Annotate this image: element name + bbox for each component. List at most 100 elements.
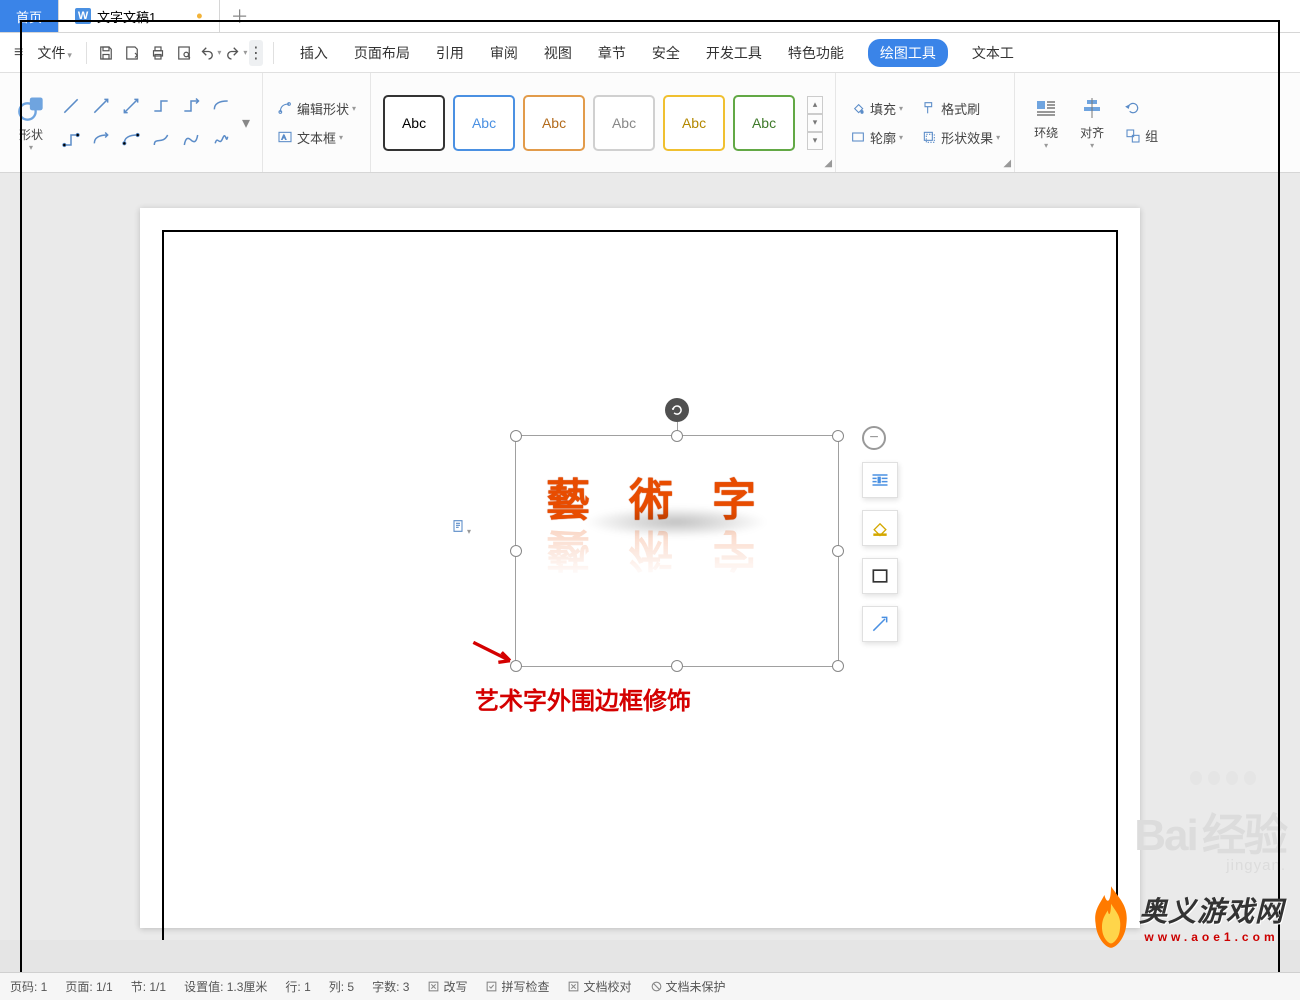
object-floating-toolbar: − (862, 426, 898, 642)
print-icon[interactable] (145, 40, 171, 66)
watermark: Bai 经验 jingyan. (1134, 799, 1286, 874)
shape-effect-button[interactable]: 形状效果▾ (917, 126, 1004, 149)
shapes-group: 形状▾ ▾ (0, 73, 263, 172)
save-as-icon[interactable] (119, 40, 145, 66)
new-tab-button[interactable]: ＋ (220, 0, 260, 32)
ribbon-tabs: 插入 页面布局 引用 审阅 视图 章节 安全 开发工具 特色功能 绘图工具 文本… (298, 39, 1016, 67)
line-shape-icon[interactable] (118, 125, 144, 155)
group-button[interactable]: 组 (1121, 124, 1162, 147)
qat-customize-icon[interactable]: ⋮ (249, 40, 263, 66)
style-gallery-group: Abc Abc Abc Abc Abc Abc ▴ ▾ ▾ ◢ (371, 73, 836, 172)
status-col[interactable]: 列: 5 (329, 978, 354, 995)
status-doc-proof[interactable]: 文档校对 (567, 978, 631, 995)
shape-style-option[interactable]: Abc (453, 95, 515, 151)
file-menu[interactable]: 文件▾ (29, 43, 80, 63)
textbox-button[interactable]: A 文本框▾ (273, 126, 360, 149)
resize-handle[interactable] (832, 660, 844, 672)
shape-style-option[interactable]: Abc (383, 95, 445, 151)
tab-reference[interactable]: 引用 (434, 39, 466, 67)
wrap-button[interactable]: 环绕▾ (1023, 79, 1069, 166)
status-rewrite[interactable]: 改写 (427, 978, 467, 995)
status-page[interactable]: 页面: 1/1 (65, 978, 112, 995)
line-shape-icon[interactable] (88, 125, 114, 155)
line-shape-icon[interactable] (148, 91, 174, 121)
fill-button[interactable]: 填充▾ (846, 97, 907, 120)
undo-button[interactable]: ▾ (197, 40, 223, 66)
tab-document[interactable]: W 文字文稿1 • (59, 0, 220, 32)
fill-options-icon[interactable] (862, 510, 898, 546)
tab-page-layout[interactable]: 页面布局 (352, 39, 412, 67)
format-painter-button[interactable]: 格式刷 (917, 97, 1004, 120)
line-shape-icon[interactable] (148, 125, 174, 155)
annotation-arrow-icon (470, 639, 520, 669)
tab-drawing-tools[interactable]: 绘图工具 (868, 39, 948, 67)
line-shape-icon[interactable] (58, 125, 84, 155)
tab-chapter[interactable]: 章节 (596, 39, 628, 67)
tab-home[interactable]: 首页 (0, 0, 59, 32)
menubar: ≡ 文件▾ ▾ ▾ ⋮ 插入 页面布局 引用 审阅 视图 章节 安全 开发工具 … (0, 33, 1300, 73)
gallery-expand-icon[interactable]: ▾ (807, 132, 823, 150)
save-icon[interactable] (93, 40, 119, 66)
tab-view[interactable]: 视图 (542, 39, 574, 67)
shape-style-option[interactable]: Abc (593, 95, 655, 151)
shapes-button[interactable]: 形状▾ (8, 79, 54, 166)
line-shape-icon[interactable] (208, 125, 234, 155)
status-position[interactable]: 设置值: 1.3厘米 (184, 978, 267, 995)
title-tabs: 首页 W 文字文稿1 • ＋ (0, 0, 1300, 33)
resize-handle[interactable] (671, 660, 683, 672)
status-spellcheck[interactable]: 拼写检查 (485, 978, 549, 995)
ribbon: 形状▾ ▾ 编辑形状▾ A 文本框▾ (0, 73, 1300, 173)
paragraph-options-icon[interactable]: ▾ (450, 518, 471, 539)
tab-security[interactable]: 安全 (650, 39, 682, 67)
resize-handle[interactable] (510, 430, 522, 442)
outline-options-icon[interactable] (862, 558, 898, 594)
line-shape-icon[interactable] (208, 91, 234, 121)
svg-text:A: A (282, 135, 287, 142)
shapes-gallery-expand-icon[interactable]: ▾ (238, 79, 254, 166)
status-line[interactable]: 行: 1 (285, 978, 310, 995)
edit-group: 编辑形状▾ A 文本框▾ (263, 73, 371, 172)
tab-devtools[interactable]: 开发工具 (704, 39, 764, 67)
status-page-code[interactable]: 页码: 1 (10, 978, 47, 995)
gallery-scroll-down-icon[interactable]: ▾ (807, 114, 823, 132)
line-shape-icon[interactable] (88, 91, 114, 121)
shape-style-option[interactable]: Abc (663, 95, 725, 151)
resize-handle[interactable] (671, 430, 683, 442)
gallery-scroll-up-icon[interactable]: ▴ (807, 96, 823, 114)
status-section[interactable]: 节: 1/1 (131, 978, 166, 995)
group-launcher-icon[interactable]: ◢ (824, 158, 832, 169)
line-shape-icon[interactable] (118, 91, 144, 121)
menu-icon[interactable]: ≡ (0, 44, 29, 62)
resize-handle[interactable] (832, 545, 844, 557)
rotate-handle-icon[interactable] (665, 398, 689, 422)
print-preview-icon[interactable] (171, 40, 197, 66)
shape-style-option[interactable]: Abc (523, 95, 585, 151)
effect-options-icon[interactable] (862, 606, 898, 642)
align-button[interactable]: 对齐▾ (1069, 79, 1115, 166)
separator (273, 42, 274, 64)
annotation-text: 艺术字外围边框修饰 (475, 681, 691, 716)
group-launcher-icon[interactable]: ◢ (1003, 158, 1011, 169)
document-canvas[interactable]: ▾ 藝 術 字 藝 術 字 − (0, 173, 1300, 940)
brand-url: www.aoe1.com (1139, 930, 1284, 944)
redo-button[interactable]: ▾ (223, 40, 249, 66)
tab-review[interactable]: 审阅 (488, 39, 520, 67)
status-words[interactable]: 字数: 3 (372, 978, 409, 995)
tab-special[interactable]: 特色功能 (786, 39, 846, 67)
outline-button[interactable]: 轮廓▾ (846, 126, 907, 149)
tab-insert[interactable]: 插入 (298, 39, 330, 67)
resize-handle[interactable] (510, 545, 522, 557)
tab-text-tools[interactable]: 文本工 (970, 39, 1016, 67)
collapse-toolbar-icon[interactable]: − (862, 426, 886, 450)
edit-shape-button[interactable]: 编辑形状▾ (273, 97, 360, 120)
shape-style-option[interactable]: Abc (733, 95, 795, 151)
line-shape-icon[interactable] (178, 125, 204, 155)
line-shape-icon[interactable] (178, 91, 204, 121)
status-doc-protect[interactable]: 文档未保护 (650, 978, 726, 995)
line-shape-icon[interactable] (58, 91, 84, 121)
resize-handle[interactable] (832, 430, 844, 442)
layout-options-icon[interactable] (862, 462, 898, 498)
tab-home-label: 首页 (16, 7, 42, 26)
rotate-button[interactable] (1121, 98, 1162, 118)
wordart-selection-frame[interactable]: 藝 術 字 藝 術 字 (515, 435, 839, 667)
